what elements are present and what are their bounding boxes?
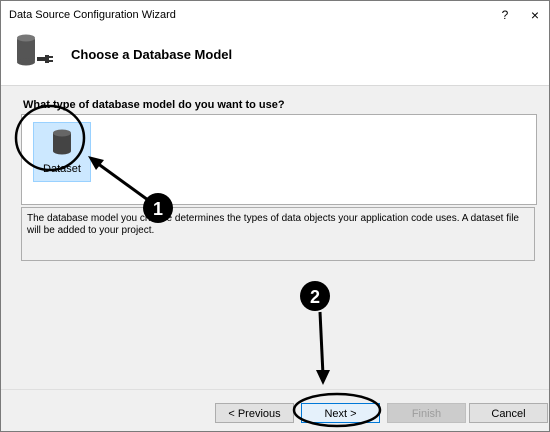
model-item-label: Dataset: [43, 163, 81, 175]
description-text: The database model you choose determines…: [27, 213, 519, 236]
database-plug-icon: [17, 34, 53, 66]
model-list[interactable]: Dataset: [21, 114, 537, 205]
wizard-header: Choose a Database Model: [1, 27, 549, 86]
window-title: Data Source Configuration Wizard: [9, 9, 176, 21]
close-button[interactable]: ×: [527, 7, 543, 23]
model-item-dataset[interactable]: Dataset: [33, 122, 91, 182]
previous-button[interactable]: < Previous: [215, 403, 294, 423]
footer-divider: [1, 389, 549, 390]
next-button[interactable]: Next >: [301, 403, 380, 423]
wizard-window: Data Source Configuration Wizard ? × Cho…: [0, 0, 550, 432]
model-question-label: What type of database model do you want …: [23, 99, 285, 111]
title-bar: Data Source Configuration Wizard ? ×: [1, 1, 549, 27]
page-title: Choose a Database Model: [71, 47, 233, 62]
description-box: The database model you choose determines…: [21, 207, 535, 261]
cancel-button[interactable]: Cancel: [469, 403, 548, 423]
help-button[interactable]: ?: [497, 7, 513, 23]
database-icon: [53, 129, 71, 155]
finish-button[interactable]: Finish: [387, 403, 466, 423]
